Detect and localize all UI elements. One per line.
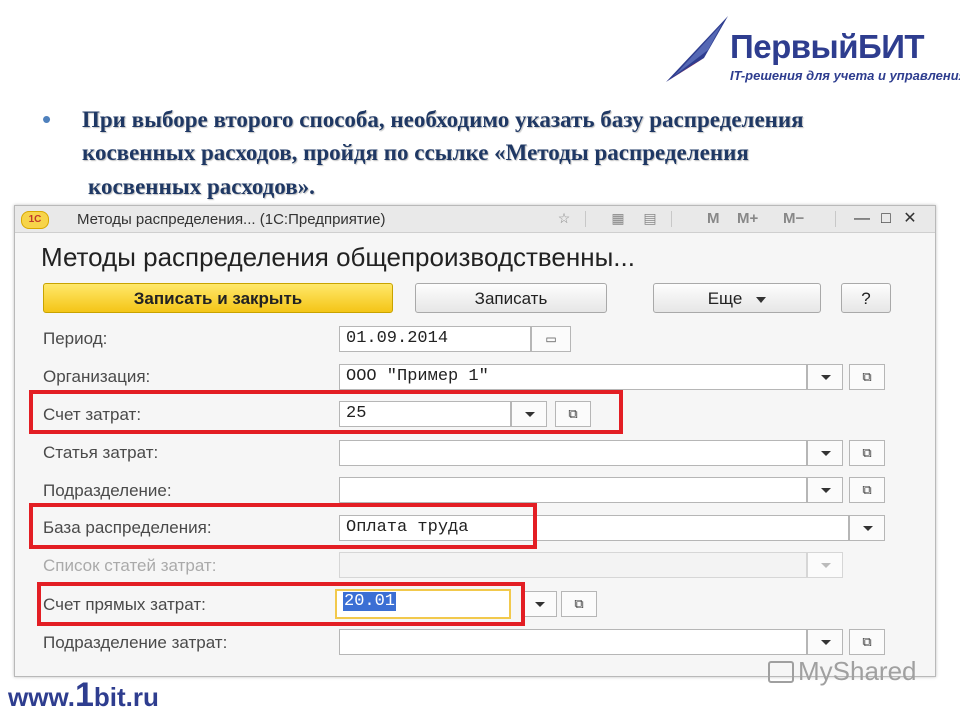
cost-item-input[interactable] [339,440,807,466]
slide-instruction: При выборе второго способа, необходимо у… [82,103,932,203]
cost-items-list-dropdown-icon [807,552,843,578]
toolbar-divider [671,211,672,227]
cost-department-dropdown-icon[interactable] [807,629,843,655]
more-button-label: Еще [707,289,743,308]
organization-input[interactable]: ООО "Пример 1" [339,364,807,390]
watermark-text: MyShared [798,656,917,686]
memory-m-button[interactable]: M [707,210,720,227]
calendar-picker-icon[interactable]: ▭ [531,326,571,352]
window-titlebar: 1С Методы распределения... (1С:Предприят… [15,206,935,233]
highlight-frame-distribution-base [29,503,537,549]
slide-text-line1: При выборе второго способа, необходимо у… [82,107,804,132]
department-label: Подразделение: [43,481,172,500]
toolbar-divider [835,211,836,227]
chevron-down-icon [756,296,767,303]
calendar-icon[interactable]: ▤ [641,209,659,227]
form-window: 1С Методы распределения... (1С:Предприят… [14,205,936,677]
logo-name: ПервыйБИТ [730,28,925,65]
cost-items-list-label: Список статей затрат: [43,556,217,575]
help-button[interactable]: ? [841,283,891,313]
cost-department-open-icon[interactable]: ⧉ [849,629,885,655]
watermark: MyShared [768,656,917,687]
department-input[interactable] [339,477,807,503]
organization-label: Организация: [43,367,151,386]
form-title: Методы распределения общепроизводственны… [41,242,635,272]
department-open-icon[interactable]: ⧉ [849,477,885,503]
bullet-icon: • [42,104,52,134]
logo-swoosh-icon [666,16,728,82]
company-logo: ПервыйБИТ IT-решения для учета и управле… [664,14,960,86]
period-label: Период: [43,329,108,348]
cost-item-label: Статья затрат: [43,443,159,462]
cost-items-list-input [339,552,807,578]
website-url[interactable]: www.1bit.ru [8,676,159,715]
direct-cost-account-dropdown-icon[interactable] [521,591,557,617]
highlight-frame-cost-account [29,390,623,434]
site-prefix: www. [8,682,75,712]
cost-department-input[interactable] [339,629,807,655]
organization-open-icon[interactable]: ⧉ [849,364,885,390]
slide-text-line3: косвенных расходов». [88,174,315,199]
window-title: Методы распределения... (1С:Предприятие) [77,211,386,228]
cost-department-label: Подразделение затрат: [43,633,228,652]
site-suffix: bit.ru [93,682,159,712]
more-button[interactable]: Еще [653,283,821,313]
toolbar-divider [585,211,586,227]
organization-dropdown-icon[interactable] [807,364,843,390]
direct-cost-account-open-icon[interactable]: ⧉ [561,591,597,617]
department-dropdown-icon[interactable] [807,477,843,503]
distribution-base-dropdown-icon[interactable] [849,515,885,541]
calculator-icon[interactable]: ▦ [609,209,627,227]
highlight-frame-direct-cost-account [37,582,525,626]
slide-text-line2: косвенных расходов, пройдя по ссылке «Ме… [82,140,749,165]
close-icon[interactable]: ✕ [899,209,921,229]
memory-minus-button[interactable]: M− [783,210,804,227]
save-button[interactable]: Записать [415,283,607,313]
cost-item-dropdown-icon[interactable] [807,440,843,466]
period-input[interactable]: 01.09.2014 [339,326,531,352]
app-1c-icon[interactable]: 1С [21,211,49,229]
save-and-close-button[interactable]: Записать и закрыть [43,283,393,313]
logo-tagline: IT-решения для учета и управления [730,68,960,83]
maximize-icon[interactable]: □ [875,209,897,229]
memory-plus-button[interactable]: M+ [737,210,758,227]
minimize-icon[interactable]: — [851,209,873,229]
site-number: 1 [74,676,94,714]
home-icon[interactable]: ☆ [555,209,573,227]
presentation-icon [768,661,794,683]
cost-item-open-icon[interactable]: ⧉ [849,440,885,466]
